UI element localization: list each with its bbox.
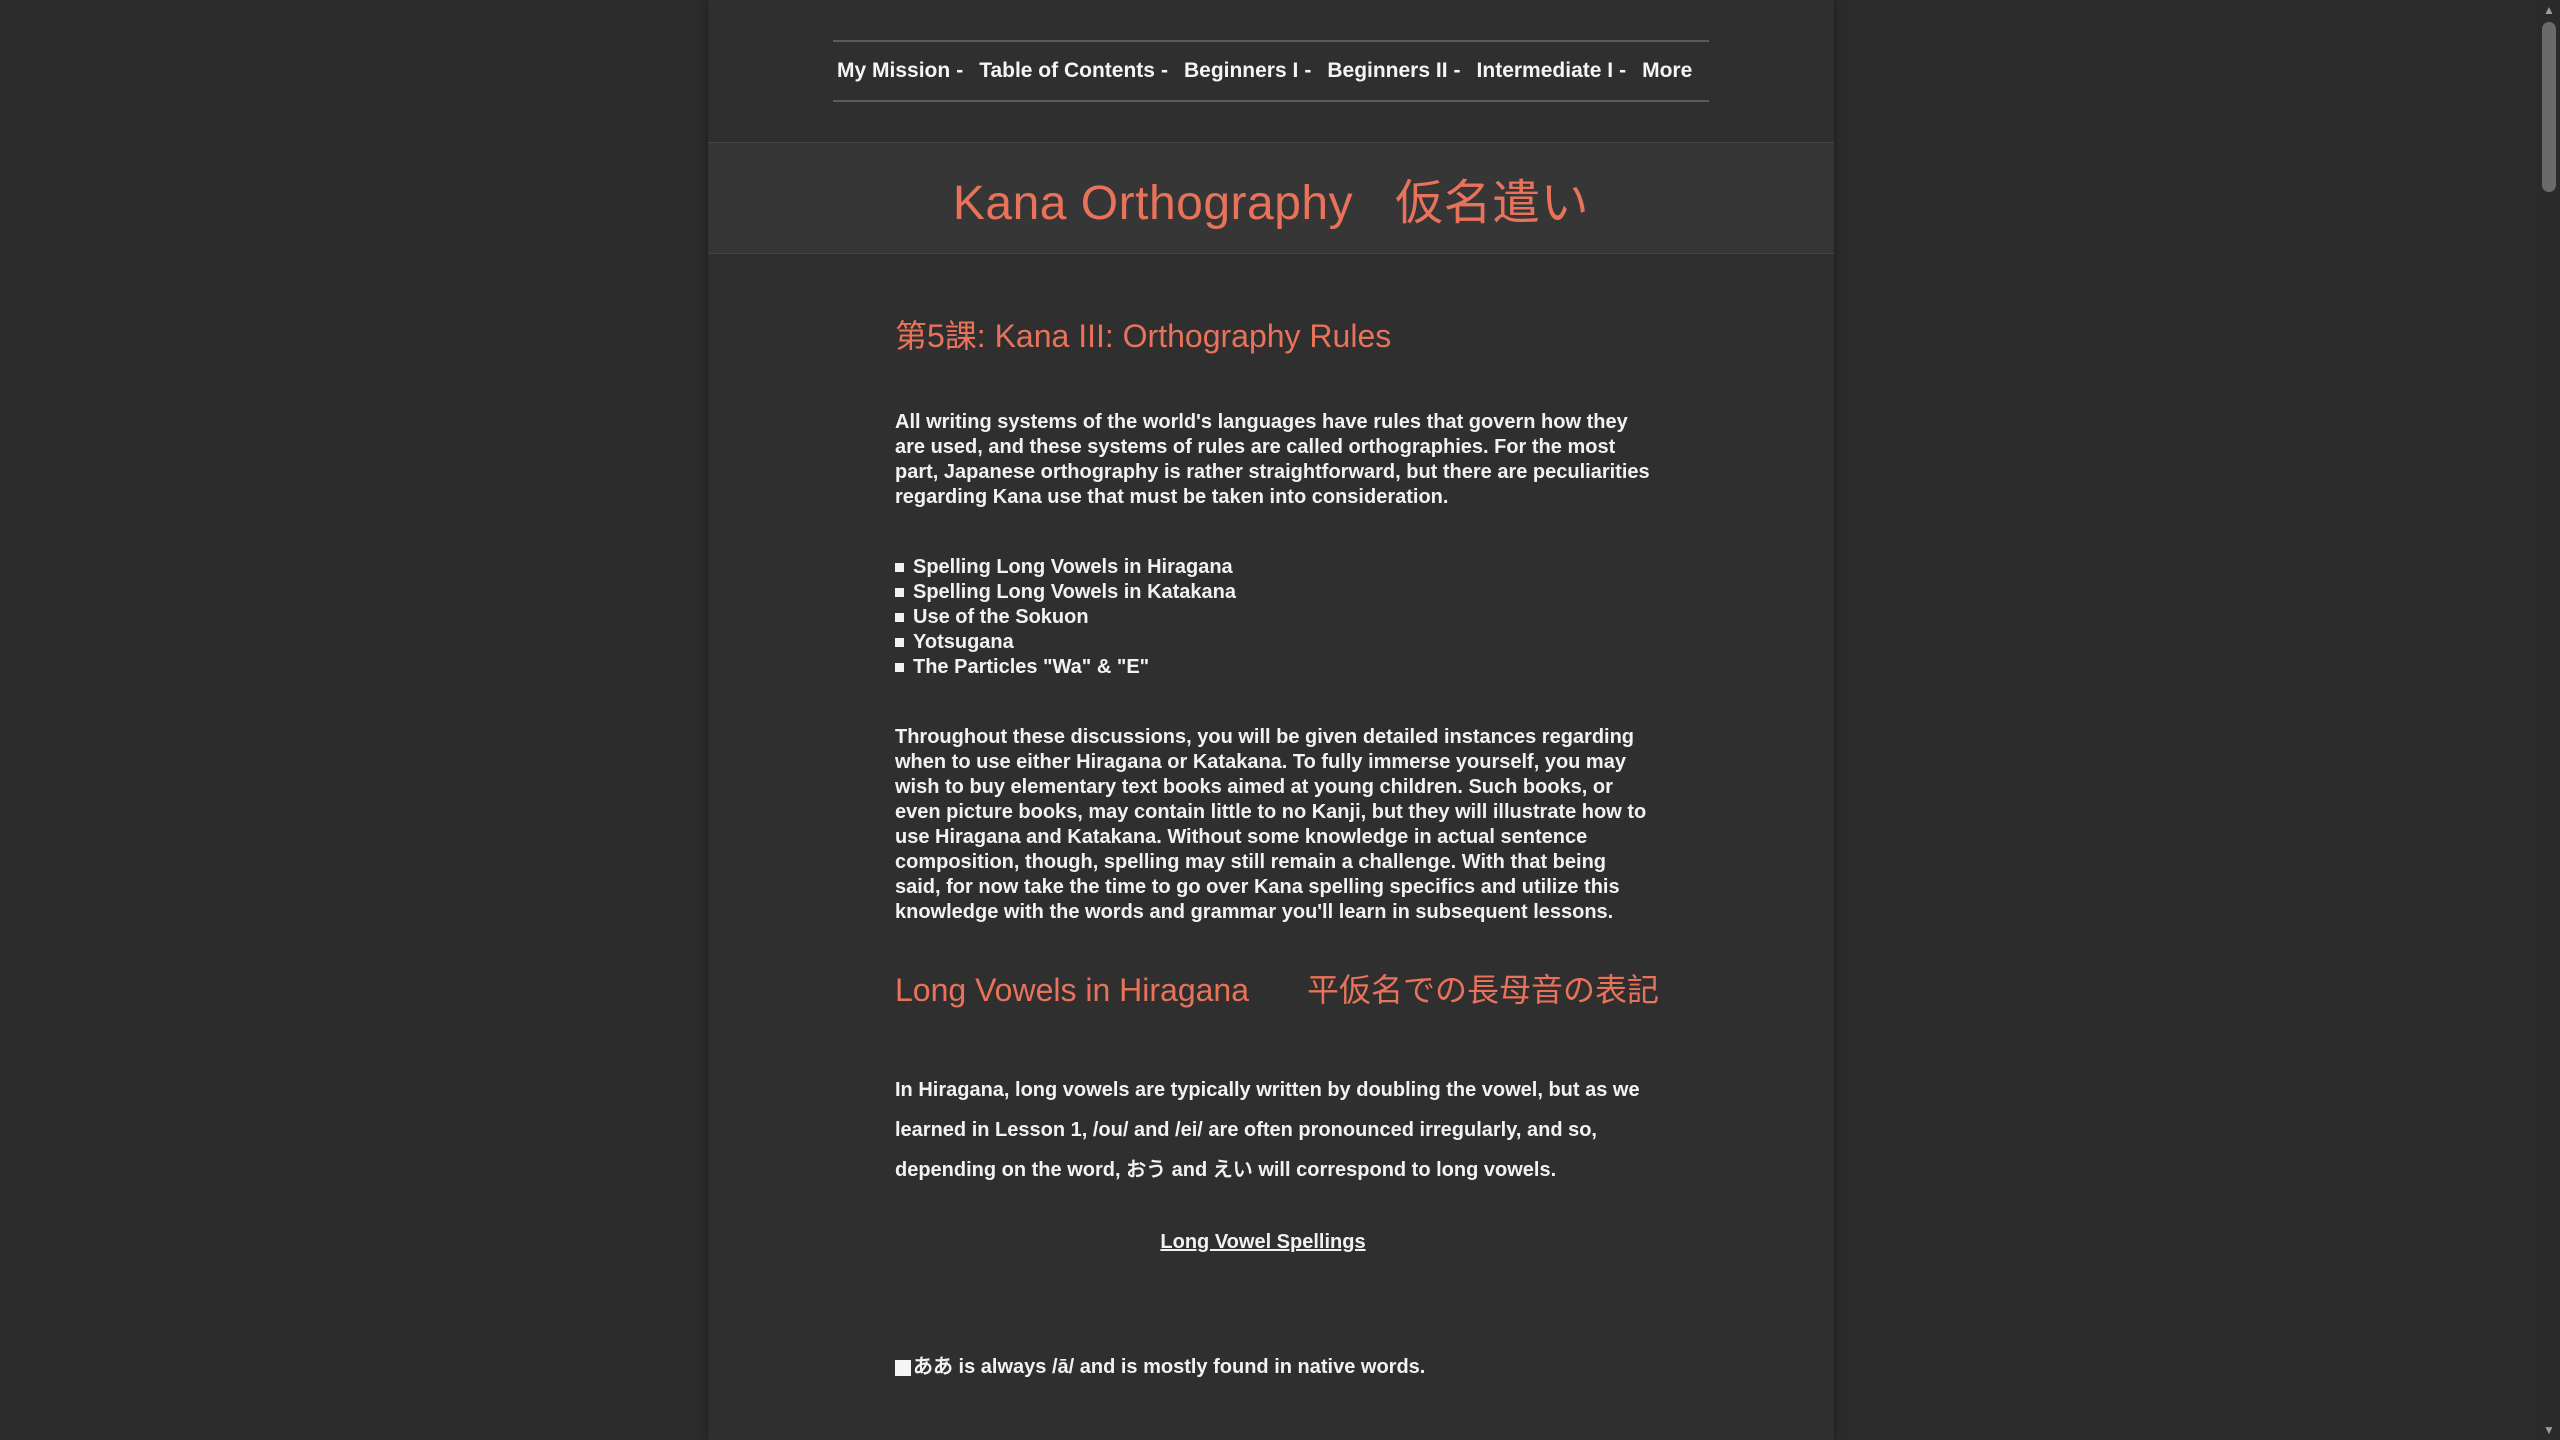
topic-label: Spelling Long Vowels in Hiragana [913, 556, 1233, 578]
topic-label: The Particles "Wa" & "E" [913, 656, 1150, 678]
section-title-japanese: 平仮名での長母音の表記 [1307, 972, 1660, 1008]
list-item: Spelling Long Vowels in Hiragana [895, 555, 1236, 580]
section-title-english: Long Vowels in Hiragana [895, 972, 1250, 1008]
long-vowel-spellings-heading: Long Vowel Spellings [1160, 1231, 1366, 1253]
list-item: Spelling Long Vowels in Katakana [895, 580, 1236, 605]
long-vowel-item-text: ああ is always /ā/ and is mostly found in … [913, 1356, 1426, 1378]
scroll-up-arrow-icon[interactable]: ▲ [2538, 0, 2560, 20]
intro-paragraph: All writing systems of the world's langu… [895, 411, 1650, 508]
square-bullet-icon [895, 663, 904, 672]
topic-label: Use of the Sokuon [913, 606, 1089, 628]
nav-separator: - [956, 59, 964, 82]
nav-link-my-mission[interactable]: My Mission [833, 59, 950, 83]
nav-link-beginners-1[interactable]: Beginners I [1180, 59, 1298, 83]
page-title-japanese: 仮名遣い [1395, 177, 1590, 230]
nav-separator: - [1619, 59, 1627, 82]
nav-separator: - [1453, 59, 1461, 82]
topic-label: Yotsugana [913, 631, 1014, 653]
top-navigation: My Mission - Table of Contents - Beginne… [833, 40, 1709, 102]
page-container: My Mission - Table of Contents - Beginne… [708, 0, 1834, 1440]
section-title: Long Vowels in Hiragana 平仮名での長母音の表記 [895, 974, 1659, 1006]
immersion-paragraph: Throughout these discussions, you will b… [895, 726, 1647, 923]
square-bullet-icon [895, 638, 904, 647]
list-item: Use of the Sokuon [895, 605, 1236, 630]
list-item: Yotsugana [895, 630, 1236, 655]
nav-link-table-of-contents[interactable]: Table of Contents [975, 59, 1155, 83]
topic-list: Spelling Long Vowels in Hiragana Spellin… [895, 555, 1236, 680]
vertical-scrollbar[interactable]: ▲ ▼ [2538, 0, 2560, 1440]
page-title-english: Kana Orthography [952, 177, 1354, 230]
square-bullet-icon [895, 1359, 911, 1376]
scroll-down-arrow-icon[interactable]: ▼ [2538, 1420, 2560, 1440]
square-bullet-icon [895, 613, 904, 622]
nav-separator: - [1304, 59, 1312, 82]
page-title-band: Kana Orthography 仮名遣い [708, 142, 1834, 254]
scrollbar-thumb[interactable] [2542, 22, 2556, 192]
nav-separator: - [1160, 59, 1168, 82]
nav-link-more[interactable]: More [1638, 59, 1692, 83]
nav-link-intermediate-1[interactable]: Intermediate I [1473, 59, 1614, 83]
nav-link-beginners-2[interactable]: Beginners II [1323, 59, 1447, 83]
long-vowel-paragraph: In Hiragana, long vowels are typically w… [895, 1079, 1640, 1181]
list-item: The Particles "Wa" & "E" [895, 655, 1236, 680]
topic-label: Spelling Long Vowels in Katakana [913, 581, 1237, 603]
list-item: ああ is always /ā/ and is mostly found in … [895, 1355, 1425, 1380]
square-bullet-icon [895, 588, 904, 597]
square-bullet-icon [895, 563, 904, 572]
page-title: Kana Orthography 仮名遣い [953, 163, 1589, 233]
lesson-title: 第5課: Kana III: Orthography Rules [895, 318, 1392, 354]
